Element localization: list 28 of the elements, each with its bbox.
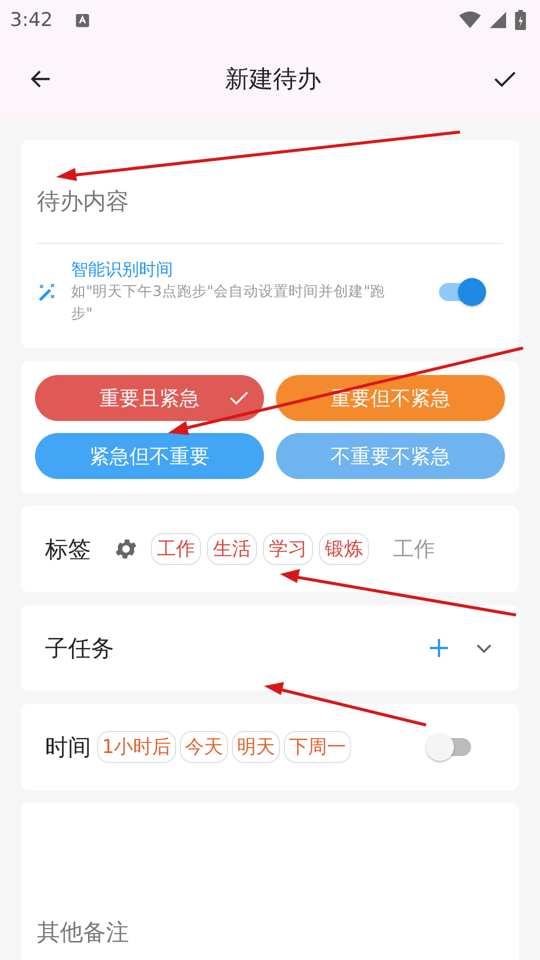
smart-time-description: 如"明天下午3点跑步"会自动设置时间并创建"跑步" [71,283,386,324]
page-title: 新建待办 [225,64,321,95]
tag-chip[interactable]: 学习 [263,533,313,565]
tags-label: 标签 [45,536,91,564]
notes-field[interactable]: 其他备注 [21,803,519,960]
wifi-icon [459,11,481,29]
notes-input[interactable]: 其他备注 [37,920,503,946]
smart-time-title: 智能识别时间 [71,259,174,281]
status-time: 3:42 [10,9,53,31]
tag-chip[interactable]: 锻炼 [319,533,369,565]
priority-button[interactable]: 重要且紧急 [35,375,264,421]
add-icon[interactable] [427,636,451,660]
time-chip[interactable]: 今天 [180,731,228,763]
content-input[interactable]: 待办内容 [37,189,503,215]
time-chip[interactable]: 明天 [232,731,280,763]
priority-button[interactable]: 紧急但不重要 [35,433,264,479]
time-chip[interactable]: 1小时后 [97,731,176,763]
tag-chip[interactable]: 生活 [207,533,257,565]
time-label: 时间 [45,734,91,762]
tag-chip[interactable]: 工作 [151,533,201,565]
magic-wand-icon [37,282,57,302]
priority-button[interactable]: 不重要不紧急 [276,433,505,479]
time-chip[interactable]: 下周一 [284,731,352,763]
subtasks-label: 子任务 [45,634,114,664]
battery-icon [515,10,526,30]
keyboard-icon [74,12,90,28]
current-tag: 工作 [393,535,435,563]
signal-icon [489,11,507,29]
